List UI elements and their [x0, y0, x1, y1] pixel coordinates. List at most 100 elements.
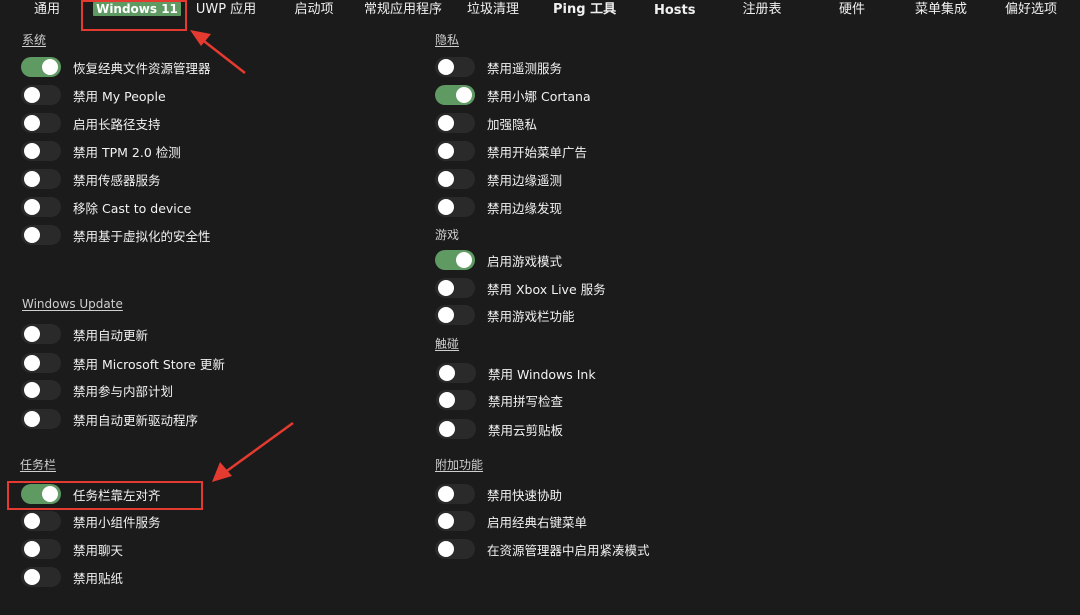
toggle-knob [456, 252, 472, 268]
toggle-knob [438, 307, 454, 323]
toggle-row-start-ads[interactable]: 禁用开始菜单广告 [435, 140, 587, 162]
toggle-row-edge-discover[interactable]: 禁用边缘发现 [435, 196, 562, 218]
toggle-switch[interactable] [436, 419, 476, 439]
toggle-row-telemetry[interactable]: 禁用遥测服务 [435, 56, 562, 78]
toggle-switch[interactable] [21, 380, 61, 400]
toggle-switch[interactable] [435, 113, 475, 133]
toggle-switch[interactable] [21, 169, 61, 189]
toggle-row-cloud-clipboard[interactable]: 禁用云剪贴板 [436, 418, 563, 440]
toggle-row-classic-context-menu[interactable]: 启用经典右键菜单 [435, 510, 587, 532]
toggle-knob [439, 421, 455, 437]
tab-registry[interactable]: 注册表 [740, 1, 784, 18]
toggle-row-insider[interactable]: 禁用参与内部计划 [21, 379, 173, 401]
toggle-row-windows-ink[interactable]: 禁用 Windows Ink [436, 362, 596, 384]
toggle-row-spellcheck[interactable]: 禁用拼写检查 [436, 389, 563, 411]
toggle-row-game-bar[interactable]: 禁用游戏栏功能 [435, 304, 575, 326]
toggle-row-quick-assist[interactable]: 禁用快速协助 [435, 483, 562, 505]
toggle-row-driver-update[interactable]: 禁用自动更新驱动程序 [21, 408, 198, 430]
toggle-row-long-path[interactable]: 启用长路径支持 [21, 112, 161, 134]
toggle-switch[interactable] [436, 390, 476, 410]
tab-windows11[interactable]: Windows 11 [93, 2, 181, 16]
toggle-knob [438, 486, 454, 502]
toggle-knob [438, 280, 454, 296]
toggle-label: 禁用遥测服务 [487, 60, 563, 76]
toggle-switch[interactable] [435, 305, 475, 325]
tab-menu-integration[interactable]: 菜单集成 [912, 1, 970, 18]
toggle-label: 恢复经典文件资源管理器 [73, 60, 211, 76]
tab-hardware[interactable]: 硬件 [836, 1, 868, 18]
toggle-switch[interactable] [21, 353, 61, 373]
toggle-knob [24, 355, 40, 371]
toggle-row-cortana[interactable]: 禁用小娜 Cortana [435, 84, 591, 106]
toggle-row-store-update[interactable]: 禁用 Microsoft Store 更新 [21, 352, 225, 374]
toggle-switch[interactable] [21, 197, 61, 217]
toggle-row-vbs[interactable]: 禁用基于虚拟化的安全性 [21, 224, 211, 246]
toggle-row-chat[interactable]: 禁用聊天 [21, 538, 123, 560]
toggle-switch[interactable] [21, 539, 61, 559]
toggle-switch[interactable] [21, 409, 61, 429]
toggle-knob [24, 382, 40, 398]
toggle-knob [438, 541, 454, 557]
toggle-row-game-mode[interactable]: 启用游戏模式 [435, 249, 562, 271]
toggle-switch[interactable] [435, 484, 475, 504]
toggle-switch[interactable] [435, 169, 475, 189]
tab-startup[interactable]: 启动项 [292, 1, 336, 18]
toggle-switch[interactable] [21, 324, 61, 344]
toggle-row-edge-telemetry[interactable]: 禁用边缘遥测 [435, 168, 562, 190]
toggle-label: 禁用拼写检查 [488, 393, 564, 409]
toggle-label: 加强隐私 [487, 116, 538, 132]
toggle-knob [24, 513, 40, 529]
toggle-row-sensor-service[interactable]: 禁用传感器服务 [21, 168, 161, 190]
toggle-label: 禁用自动更新 [73, 327, 149, 343]
toggle-row-widgets[interactable]: 禁用小组件服务 [21, 510, 161, 532]
toggle-switch[interactable] [435, 197, 475, 217]
toggle-label: 启用经典右键菜单 [487, 514, 588, 530]
toggle-label: 禁用游戏栏功能 [487, 308, 575, 324]
toggle-switch[interactable] [435, 278, 475, 298]
tab-ping-tool[interactable]: Ping 工具 [553, 1, 616, 18]
toggle-switch[interactable] [21, 57, 61, 77]
toggle-switch[interactable] [21, 85, 61, 105]
toggle-knob [42, 59, 58, 75]
toggle-switch[interactable] [21, 225, 61, 245]
toggle-switch[interactable] [21, 484, 61, 504]
toggle-switch[interactable] [21, 567, 61, 587]
section-title-taskbar: 任务栏 [20, 458, 57, 472]
toggle-switch[interactable] [435, 539, 475, 559]
toggle-row-stickers[interactable]: 禁用贴纸 [21, 566, 123, 588]
toggle-switch[interactable] [435, 250, 475, 270]
app-window: 通用 Windows 11 UWP 应用 启动项 常规应用程序 垃圾清理 Pin… [0, 0, 1080, 615]
toggle-row-privacy-plus[interactable]: 加强隐私 [435, 112, 537, 134]
toggle-switch[interactable] [435, 57, 475, 77]
tab-common-apps[interactable]: 常规应用程序 [362, 1, 444, 18]
toggle-row-tpm-check[interactable]: 禁用 TPM 2.0 检测 [21, 140, 181, 162]
annotation-arrow-bottom [212, 421, 294, 482]
toggle-switch[interactable] [435, 85, 475, 105]
toggle-row-compact-mode[interactable]: 在资源管理器中启用紧凑模式 [435, 538, 650, 560]
toggle-knob [438, 59, 454, 75]
toggle-label: 启用游戏模式 [487, 253, 563, 269]
toggle-row-xbox-live[interactable]: 禁用 Xbox Live 服务 [435, 277, 606, 299]
toggle-switch[interactable] [435, 511, 475, 531]
toggle-row-taskbar-left[interactable]: 任务栏靠左对齐 [21, 483, 161, 505]
toggle-knob [439, 365, 455, 381]
toggle-row-cast-to-device[interactable]: 移除 Cast to device [21, 196, 191, 218]
toggle-switch[interactable] [435, 141, 475, 161]
toggle-label: 移除 Cast to device [73, 200, 192, 216]
tab-cleanup[interactable]: 垃圾清理 [465, 1, 521, 18]
toggle-switch[interactable] [436, 363, 476, 383]
toggle-knob [456, 87, 472, 103]
toggle-row-my-people[interactable]: 禁用 My People [21, 84, 166, 106]
tab-general[interactable]: 通用 [32, 1, 62, 18]
toggle-row-auto-update[interactable]: 禁用自动更新 [21, 323, 148, 345]
toggle-label: 禁用基于虚拟化的安全性 [73, 228, 211, 244]
section-title-privacy: 隐私 [435, 33, 460, 47]
toggle-switch[interactable] [21, 141, 61, 161]
tab-hosts[interactable]: Hosts [654, 2, 696, 19]
toggle-switch[interactable] [21, 113, 61, 133]
toggle-row-classic-explorer[interactable]: 恢复经典文件资源管理器 [21, 56, 211, 78]
tab-preferences[interactable]: 偏好选项 [1002, 1, 1060, 18]
toggle-knob [42, 486, 58, 502]
tab-uwp-apps[interactable]: UWP 应用 [194, 1, 258, 18]
toggle-switch[interactable] [21, 511, 61, 531]
